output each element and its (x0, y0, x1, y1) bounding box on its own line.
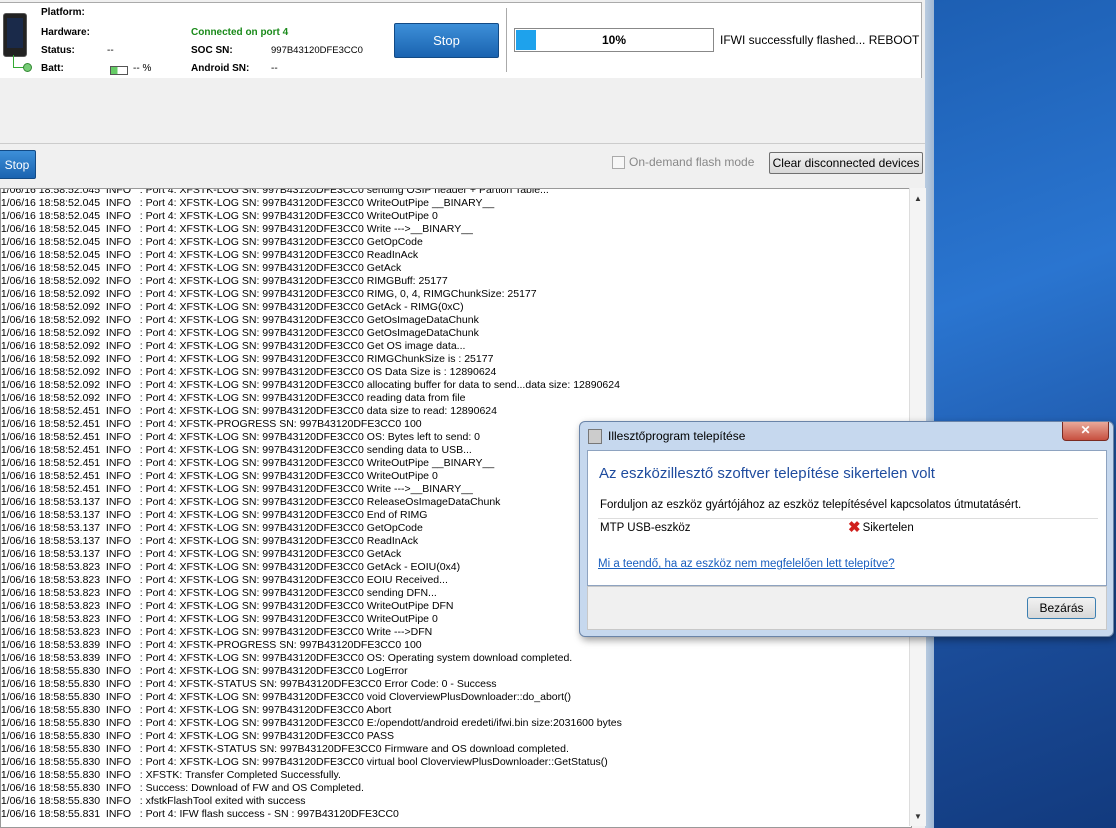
android-sn-value: -- (271, 63, 278, 74)
checkbox-icon[interactable] (612, 155, 625, 169)
on-demand-label: On-demand flash mode (629, 155, 755, 169)
log-line: 01/06/16 18:58:53.137 INFO : Port 4: XFS… (0, 535, 419, 547)
soc-sn-value: 997B43120DFE3CC0 (271, 45, 363, 56)
log-line: 01/06/16 18:58:52.045 INFO : Port 4: XFS… (0, 236, 423, 248)
log-line: 01/06/16 18:58:52.045 INFO : Port 4: XFS… (0, 197, 495, 209)
log-line: 01/06/16 18:58:52.045 INFO : Port 4: XFS… (0, 188, 549, 196)
close-button[interactable]: ✕ (1062, 422, 1109, 441)
log-line: 01/06/16 18:58:52.045 INFO : Port 4: XFS… (0, 210, 438, 222)
device-status-text: Sikertelen (862, 522, 914, 534)
log-line: 01/06/16 18:58:53.137 INFO : Port 4: XFS… (0, 509, 428, 521)
device-name: MTP USB-eszköz (600, 522, 691, 534)
scroll-up-arrow-icon[interactable]: ▲ (911, 192, 925, 206)
log-line: 01/06/16 18:58:53.823 INFO : Port 4: XFS… (0, 561, 461, 573)
log-line: 01/06/16 18:58:55.830 INFO : Port 4: XFS… (0, 717, 622, 729)
log-line: 01/06/16 18:58:52.451 INFO : Port 4: XFS… (0, 418, 422, 430)
dialog-body: Az eszközillesztő szoftver telepítése si… (587, 450, 1107, 586)
status-value: -- (107, 45, 114, 56)
batt-label: Batt: (41, 63, 64, 74)
log-line: 01/06/16 18:58:52.451 INFO : Port 4: XFS… (0, 431, 480, 443)
bezaras-button[interactable]: Bezárás (1027, 597, 1096, 619)
hardware-value: Connected on port 4 (191, 27, 289, 38)
flash-progress-bar: 10% (514, 28, 714, 52)
status-label: Status: (41, 45, 75, 56)
log-line: 01/06/16 18:58:55.830 INFO : Port 4: XFS… (0, 756, 608, 768)
log-line: 01/06/16 18:58:55.830 INFO : Port 4: XFS… (0, 730, 395, 742)
driver-install-dialog: Illesztőprogram telepítése ✕ Az eszközil… (579, 421, 1114, 637)
log-line: 01/06/16 18:58:53.137 INFO : Port 4: XFS… (0, 548, 402, 560)
android-sn-label: Android SN: (191, 63, 250, 74)
log-line: 01/06/16 18:58:52.451 INFO : Port 4: XFS… (0, 470, 438, 482)
dialog-text: Forduljon az eszköz gyártójához az eszkö… (600, 499, 1022, 511)
log-line: 01/06/16 18:58:52.451 INFO : Port 4: XFS… (0, 444, 472, 456)
log-line: 01/06/16 18:58:55.830 INFO : XFSTK: Tran… (0, 769, 341, 781)
progress-text: 10% (601, 33, 627, 47)
device-list-empty-area (0, 78, 925, 142)
help-link[interactable]: Mi a teendő, ha az eszköz nem megfelelőe… (598, 558, 895, 570)
log-line: 01/06/16 18:58:55.830 INFO : Port 4: XFS… (0, 704, 392, 716)
log-line: 01/06/16 18:58:52.092 INFO : Port 4: XFS… (0, 301, 464, 313)
hardware-label: Hardware: (41, 27, 90, 38)
log-line: 01/06/16 18:58:53.839 INFO : Port 4: XFS… (0, 639, 422, 651)
log-line: 01/06/16 18:58:52.092 INFO : Port 4: XFS… (0, 353, 494, 365)
divider (506, 8, 507, 72)
log-line: 01/06/16 18:58:53.137 INFO : Port 4: XFS… (0, 522, 423, 534)
dialog-title: Illesztőprogram telepítése (608, 429, 746, 443)
phone-icon (3, 13, 27, 57)
log-line: 01/06/16 18:58:55.830 INFO : Port 4: XFS… (0, 691, 572, 703)
flash-tool-window: Platform: Hardware: Status: Batt: Connec… (0, 0, 926, 828)
window-border (925, 0, 934, 828)
log-line: 01/06/16 18:58:52.092 INFO : Port 4: XFS… (0, 366, 497, 378)
log-lines: 01/06/16 18:58:52.045 INFO : Port 4: XFS… (0, 188, 622, 821)
log-line: 01/06/16 18:58:52.092 INFO : Port 4: XFS… (0, 327, 479, 339)
dialog-heading: Az eszközillesztő szoftver telepítése si… (599, 465, 935, 482)
battery-icon (110, 66, 128, 75)
log-line: 01/06/16 18:58:52.451 INFO : Port 4: XFS… (0, 483, 473, 495)
log-line: 01/06/16 18:58:52.045 INFO : Port 4: XFS… (0, 249, 419, 261)
log-line: 01/06/16 18:58:55.831 INFO : Port 4: IFW… (0, 808, 399, 820)
log-line: 01/06/16 18:58:55.830 INFO : Port 4: XFS… (0, 743, 569, 755)
connection-dot-icon (23, 63, 32, 72)
log-line: 01/06/16 18:58:52.092 INFO : Port 4: XFS… (0, 314, 479, 326)
log-line: 01/06/16 18:58:52.451 INFO : Port 4: XFS… (0, 457, 495, 469)
log-line: 01/06/16 18:58:52.092 INFO : Port 4: XFS… (0, 288, 537, 300)
log-line: 01/06/16 18:58:52.092 INFO : Port 4: XFS… (0, 340, 466, 352)
log-line: 01/06/16 18:58:53.137 INFO : Port 4: XFS… (0, 496, 501, 508)
log-line: 01/06/16 18:58:52.451 INFO : Port 4: XFS… (0, 405, 497, 417)
stop-button[interactable]: Stop (0, 150, 36, 179)
log-line: 01/06/16 18:58:53.839 INFO : Port 4: XFS… (0, 652, 573, 664)
flash-status-message: IFWI successfully flashed... REBOOT (720, 33, 920, 47)
desktop-background (934, 0, 1116, 828)
on-demand-flash-checkbox[interactable]: On-demand flash mode (612, 155, 754, 169)
device-icon (588, 429, 602, 444)
platform-label: Platform: (41, 7, 85, 18)
scroll-down-arrow-icon[interactable]: ▼ (911, 810, 925, 824)
log-line: 01/06/16 18:58:53.823 INFO : Port 4: XFS… (0, 613, 438, 625)
device-status: ✖ Sikertelen (848, 519, 914, 536)
log-line: 01/06/16 18:58:52.045 INFO : Port 4: XFS… (0, 262, 402, 274)
log-line: 01/06/16 18:58:53.823 INFO : Port 4: XFS… (0, 574, 448, 586)
log-line: 01/06/16 18:58:55.830 INFO : Success: Do… (0, 782, 364, 794)
log-line: 01/06/16 18:58:53.823 INFO : Port 4: XFS… (0, 600, 454, 612)
log-line: 01/06/16 18:58:52.092 INFO : Port 4: XFS… (0, 379, 620, 391)
log-line: 01/06/16 18:58:52.092 INFO : Port 4: XFS… (0, 275, 448, 287)
device-stop-button[interactable]: Stop (394, 23, 499, 58)
log-line: 01/06/16 18:58:55.830 INFO : Port 4: XFS… (0, 678, 497, 690)
log-line: 01/06/16 18:58:52.092 INFO : Port 4: XFS… (0, 392, 466, 404)
soc-sn-label: SOC SN: (191, 45, 233, 56)
clear-disconnected-button[interactable]: Clear disconnected devices (769, 152, 923, 174)
log-line: 01/06/16 18:58:52.045 INFO : Port 4: XFS… (0, 223, 473, 235)
log-line: 01/06/16 18:58:55.830 INFO : xfstkFlashT… (0, 795, 306, 807)
log-line: 01/06/16 18:58:55.830 INFO : Port 4: XFS… (0, 665, 408, 677)
error-x-icon: ✖ (848, 519, 861, 536)
log-line: 01/06/16 18:58:53.823 INFO : Port 4: XFS… (0, 587, 437, 599)
log-line: 01/06/16 18:58:53.823 INFO : Port 4: XFS… (0, 626, 433, 638)
batt-value: -- % (133, 63, 152, 74)
